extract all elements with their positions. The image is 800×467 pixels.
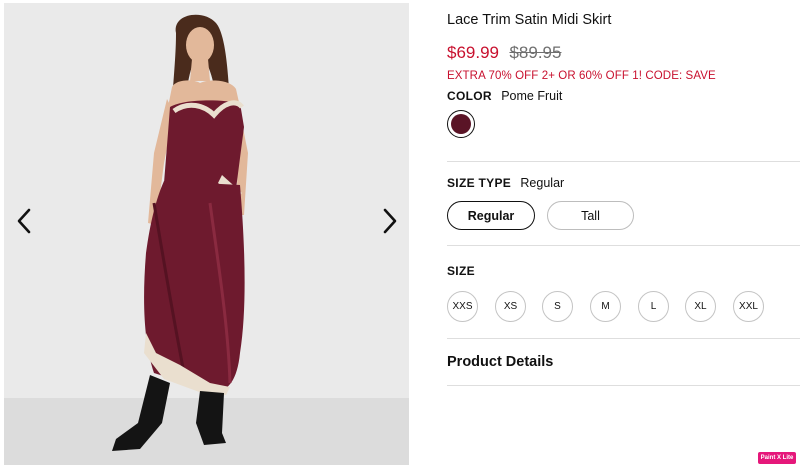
size-type-label-row: SIZE TYPE Regular bbox=[447, 176, 564, 190]
watermark-badge: Paint X Lite bbox=[758, 452, 796, 464]
product-title: Lace Trim Satin Midi Skirt bbox=[447, 12, 612, 28]
color-label-row: COLOR Pome Fruit bbox=[447, 89, 562, 103]
size-option-xxl[interactable]: XXL bbox=[733, 291, 764, 322]
product-photo bbox=[4, 3, 409, 465]
color-swatch-pome-fruit[interactable] bbox=[447, 110, 475, 138]
size-option-xl[interactable]: XL bbox=[685, 291, 716, 322]
size-type-label: SIZE TYPE bbox=[447, 176, 512, 190]
size-option-s[interactable]: S bbox=[542, 291, 573, 322]
original-price: $89.95 bbox=[509, 43, 562, 62]
size-label: SIZE bbox=[447, 264, 475, 278]
size-type-tall-button[interactable]: Tall bbox=[547, 201, 634, 230]
color-label: COLOR bbox=[447, 89, 492, 103]
gallery-prev-button[interactable] bbox=[10, 206, 38, 236]
divider bbox=[447, 385, 800, 386]
chevron-right-icon bbox=[383, 208, 397, 234]
price-block: $69.99 $89.95 bbox=[447, 43, 561, 63]
divider bbox=[447, 161, 800, 162]
size-option-xs[interactable]: XS bbox=[495, 291, 526, 322]
size-option-xxs[interactable]: XXS bbox=[447, 291, 478, 322]
product-image-gallery bbox=[4, 3, 409, 465]
size-type-regular-button[interactable]: Regular bbox=[447, 201, 535, 230]
size-option-l[interactable]: L bbox=[638, 291, 669, 322]
swatch-fill bbox=[451, 114, 471, 134]
size-type-value: Regular bbox=[520, 176, 565, 190]
size-label-row: SIZE bbox=[447, 264, 481, 278]
size-option-m[interactable]: M bbox=[590, 291, 621, 322]
color-value: Pome Fruit bbox=[501, 89, 563, 103]
chevron-left-icon bbox=[17, 208, 31, 234]
product-details-toggle[interactable]: Product Details bbox=[447, 354, 553, 370]
gallery-next-button[interactable] bbox=[376, 206, 404, 236]
divider bbox=[447, 245, 800, 246]
promo-message: EXTRA 70% OFF 2+ OR 60% OFF 1! CODE: SAV… bbox=[447, 70, 716, 82]
sale-price: $69.99 bbox=[447, 43, 499, 62]
divider bbox=[447, 338, 800, 339]
